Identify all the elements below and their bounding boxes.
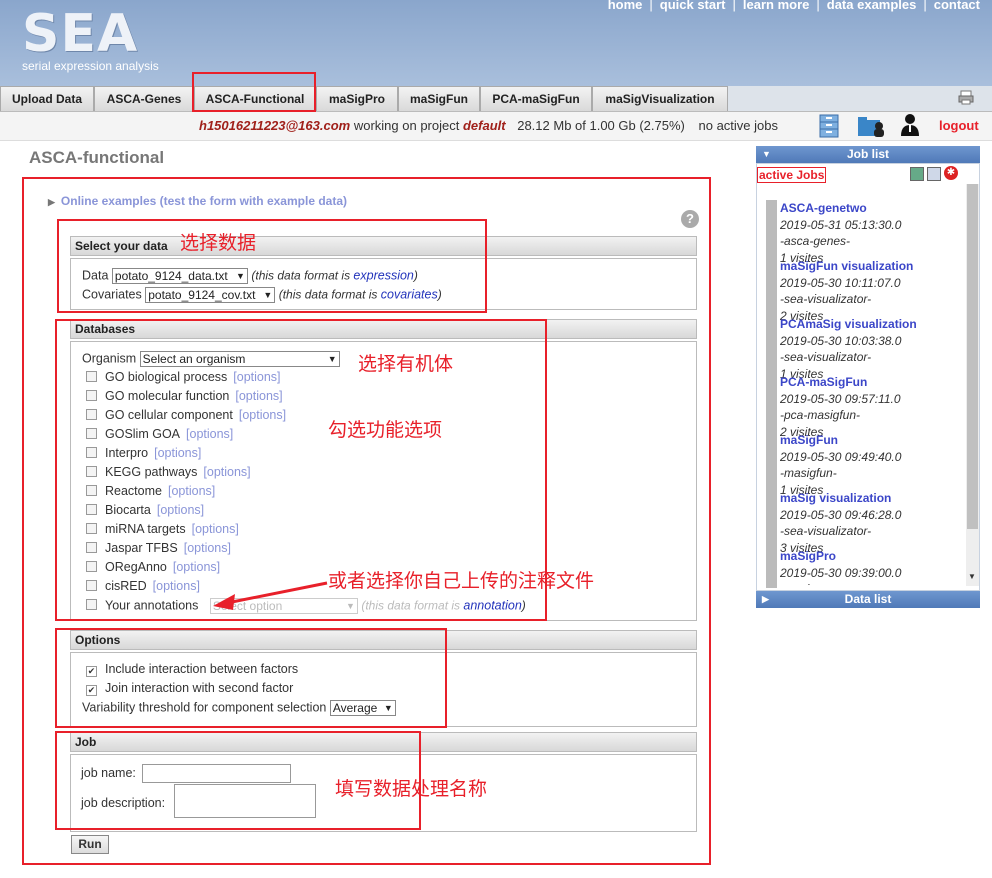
tab-masigfun[interactable]: maSigFun [398, 86, 480, 111]
image-icon[interactable] [910, 167, 924, 181]
user-folder-icon[interactable] [857, 115, 885, 140]
project-name[interactable]: default [463, 118, 506, 133]
tab-masigvisualization[interactable]: maSigVisualization [592, 86, 728, 111]
annotation-select-data: 选择数据 [180, 233, 257, 254]
active-jobs-tab[interactable]: active Jobs [757, 167, 827, 183]
job-list-title: Job list [846, 147, 889, 161]
online-examples-toggle[interactable]: ▶ Online examples (test the form with exa… [48, 194, 347, 208]
header-banner [0, 0, 992, 86]
scrollbar-thumb[interactable] [967, 184, 978, 529]
sea-logo[interactable]: SEA [22, 4, 138, 64]
nav-learn-more[interactable]: learn more [743, 0, 809, 12]
top-nav: home | quick start | learn more | data example… [608, 0, 980, 12]
annotation-arrow [213, 581, 328, 610]
printer-icon[interactable] [958, 89, 974, 105]
user-icon[interactable] [899, 113, 921, 140]
tab-upload-data[interactable]: Upload Data [0, 86, 94, 111]
nav-quick-start[interactable]: quick start [660, 0, 726, 12]
collapse-arrow-icon: ▼ [762, 149, 771, 159]
select-data-highlight-box [57, 219, 487, 313]
data-list-title: Data list [844, 592, 892, 606]
settings-gear-icon[interactable]: ✱ [944, 166, 958, 180]
options-highlight-box [55, 628, 447, 728]
status-text: h15016211223@163.com working on project … [199, 112, 778, 140]
active-jobs-status: no active jobs [698, 118, 779, 133]
job-list-panel [756, 163, 980, 591]
user-email[interactable]: h15016211223@163.com [199, 118, 350, 133]
job-list-left-bar [766, 200, 777, 588]
data-list-header[interactable]: ▶ Data list [756, 591, 980, 608]
highlight-tab-box [192, 72, 316, 112]
logo-subtitle: serial expression analysis [22, 59, 159, 73]
annotation-organism: 选择有机体 [358, 354, 454, 375]
nav-contact[interactable]: contact [934, 0, 980, 12]
tab-pca-masigfun[interactable]: PCA-maSigFun [480, 86, 592, 111]
logout-link[interactable]: logout [939, 112, 979, 140]
run-button[interactable]: Run [71, 835, 109, 854]
working-text: working on project [353, 118, 460, 133]
online-examples-link[interactable]: Online examples (test the form with exam… [61, 194, 347, 208]
annotation-job-name: 填写数据处理名称 [335, 779, 488, 800]
help-icon[interactable]: ? [681, 210, 699, 228]
nav-data-examples[interactable]: data examples [827, 0, 917, 12]
scroll-down-icon[interactable]: ▼ [968, 572, 976, 581]
annotation-own-file: 或者选择你自己上传的注释文件 [328, 571, 595, 592]
job-list-header[interactable]: ▼ Job list [756, 146, 980, 163]
storage-usage: 28.12 Mb of 1.00 Gb (2.75%) [517, 118, 685, 133]
nav-home[interactable]: home [608, 0, 643, 12]
annotation-functions: 勾选功能选项 [328, 420, 443, 441]
tab-masigpro[interactable]: maSigPro [316, 86, 398, 111]
tab-asca-genes[interactable]: ASCA-Genes [94, 86, 194, 111]
expand-arrow-icon: ▶ [48, 197, 55, 207]
expand-arrow-icon: ▶ [762, 594, 769, 604]
cabinet-icon[interactable] [818, 114, 840, 141]
page-title: ASCA-functional [29, 148, 165, 167]
job-list-scrollbar[interactable]: ▼ [966, 184, 979, 586]
windows-icon[interactable] [927, 167, 941, 181]
